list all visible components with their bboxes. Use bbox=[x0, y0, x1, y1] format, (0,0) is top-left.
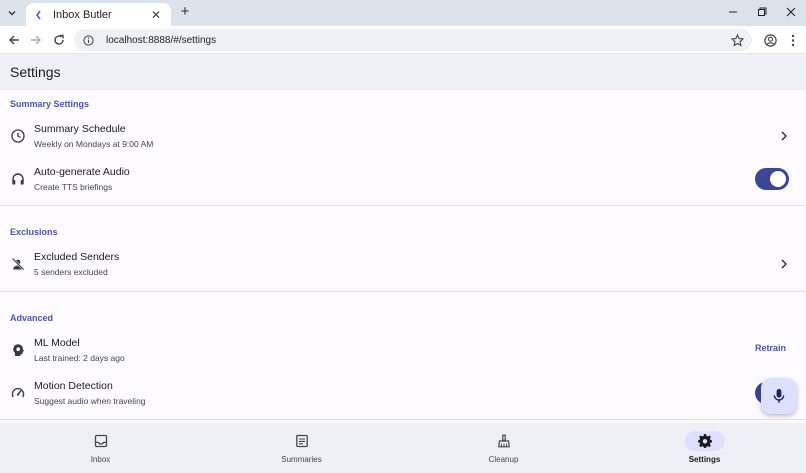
ml-model-row[interactable]: ML Model Last trained: 2 days ago Retrai… bbox=[0, 329, 806, 371]
site-info-icon[interactable] bbox=[82, 34, 94, 46]
nav-summaries[interactable]: Summaries bbox=[201, 423, 402, 473]
reload-icon bbox=[54, 34, 64, 45]
back-button[interactable] bbox=[5, 31, 23, 49]
excluded-senders-row[interactable]: Excluded Senders 5 senders excluded bbox=[0, 243, 806, 285]
page-title: Settings bbox=[10, 64, 61, 80]
excluded-senders-title: Excluded Senders bbox=[34, 251, 120, 263]
summary-schedule-row[interactable]: Summary Schedule Weekly on Mondays at 9:… bbox=[0, 115, 806, 157]
url-text: localhost:8888/#/settings bbox=[106, 34, 217, 46]
nav-settings-label: Settings bbox=[688, 455, 721, 464]
motion-detection-title: Motion Detection bbox=[34, 380, 113, 392]
chevron-down-icon bbox=[8, 11, 16, 16]
address-bar[interactable]: localhost:8888/#/settings bbox=[74, 29, 752, 51]
reload-button[interactable] bbox=[50, 31, 68, 49]
account-circle-icon bbox=[763, 33, 777, 47]
excluded-senders-subtitle: 5 senders excluded bbox=[34, 267, 108, 277]
summary-schedule-title: Summary Schedule bbox=[34, 123, 126, 135]
section-divider bbox=[0, 291, 806, 292]
nav-cleanup-label: Cleanup bbox=[488, 455, 519, 464]
headphones-icon bbox=[10, 171, 26, 187]
more-vert-icon bbox=[791, 34, 795, 46]
tab-search-button[interactable] bbox=[4, 5, 20, 21]
gear-icon bbox=[684, 431, 725, 451]
tab-close-icon[interactable]: ✕ bbox=[149, 8, 163, 22]
section-header-exclusions: Exclusions bbox=[10, 227, 58, 237]
speed-icon bbox=[10, 385, 26, 401]
arrow-forward-icon bbox=[31, 35, 41, 45]
restore-button[interactable] bbox=[747, 2, 777, 22]
article-icon bbox=[282, 431, 322, 451]
voice-fab[interactable] bbox=[761, 378, 797, 414]
app-bar: Settings bbox=[0, 54, 806, 90]
new-tab-button[interactable]: + bbox=[177, 4, 193, 20]
minimize-icon bbox=[729, 11, 737, 13]
toggle-knob bbox=[770, 171, 786, 187]
summary-schedule-subtitle: Weekly on Mondays at 9:00 AM bbox=[34, 139, 154, 149]
restore-icon bbox=[758, 7, 767, 16]
browser-toolbar: localhost:8888/#/settings bbox=[0, 26, 806, 54]
motion-detection-row[interactable]: Motion Detection Suggest audio when trav… bbox=[0, 372, 806, 414]
psychology-icon bbox=[10, 342, 26, 358]
person-off-icon bbox=[10, 256, 26, 272]
ml-model-subtitle: Last trained: 2 days ago bbox=[34, 353, 125, 363]
browser-tabstrip: Inbox Butler ✕ + bbox=[0, 0, 806, 26]
section-divider bbox=[0, 419, 806, 420]
profile-button[interactable] bbox=[761, 31, 779, 49]
tab-title: Inbox Butler bbox=[53, 8, 112, 21]
inbox-icon bbox=[81, 431, 121, 451]
motion-detection-subtitle: Suggest audio when traveling bbox=[34, 396, 146, 406]
arrow-back-icon bbox=[9, 35, 19, 45]
chevron-right-icon bbox=[777, 257, 791, 271]
mic-icon bbox=[773, 389, 785, 403]
section-header-advanced: Advanced bbox=[10, 313, 54, 323]
forward-button[interactable] bbox=[27, 31, 45, 49]
bookmark-star-icon[interactable] bbox=[730, 33, 744, 47]
minimize-button[interactable] bbox=[718, 2, 748, 22]
settings-list[interactable]: Summary Settings Summary Schedule Weekly… bbox=[0, 90, 806, 423]
clock-icon bbox=[10, 128, 26, 144]
auto-audio-subtitle: Create TTS briefings bbox=[34, 182, 113, 192]
bottom-navigation: Inbox Summaries Cleanup Settings bbox=[0, 423, 806, 473]
auto-audio-title: Auto-generate Audio bbox=[34, 166, 130, 178]
favicon-icon bbox=[34, 10, 44, 20]
chevron-right-icon bbox=[777, 129, 791, 143]
nav-inbox[interactable]: Inbox bbox=[0, 423, 201, 473]
section-divider bbox=[0, 205, 806, 206]
cleaning-icon bbox=[484, 431, 524, 451]
ml-model-title: ML Model bbox=[34, 337, 80, 349]
auto-audio-row[interactable]: Auto-generate Audio Create TTS briefings bbox=[0, 158, 806, 200]
close-icon bbox=[786, 7, 796, 17]
nav-settings[interactable]: Settings bbox=[604, 423, 805, 473]
nav-cleanup[interactable]: Cleanup bbox=[403, 423, 604, 473]
section-header-summary: Summary Settings bbox=[10, 99, 90, 109]
auto-audio-toggle[interactable] bbox=[755, 168, 789, 190]
nav-inbox-label: Inbox bbox=[90, 455, 111, 464]
retrain-button[interactable]: Retrain bbox=[755, 343, 786, 353]
browser-tab[interactable]: Inbox Butler ✕ bbox=[26, 3, 171, 26]
browser-menu-button[interactable] bbox=[784, 31, 802, 49]
nav-summaries-label: Summaries bbox=[281, 455, 322, 464]
close-window-button[interactable] bbox=[776, 2, 806, 22]
